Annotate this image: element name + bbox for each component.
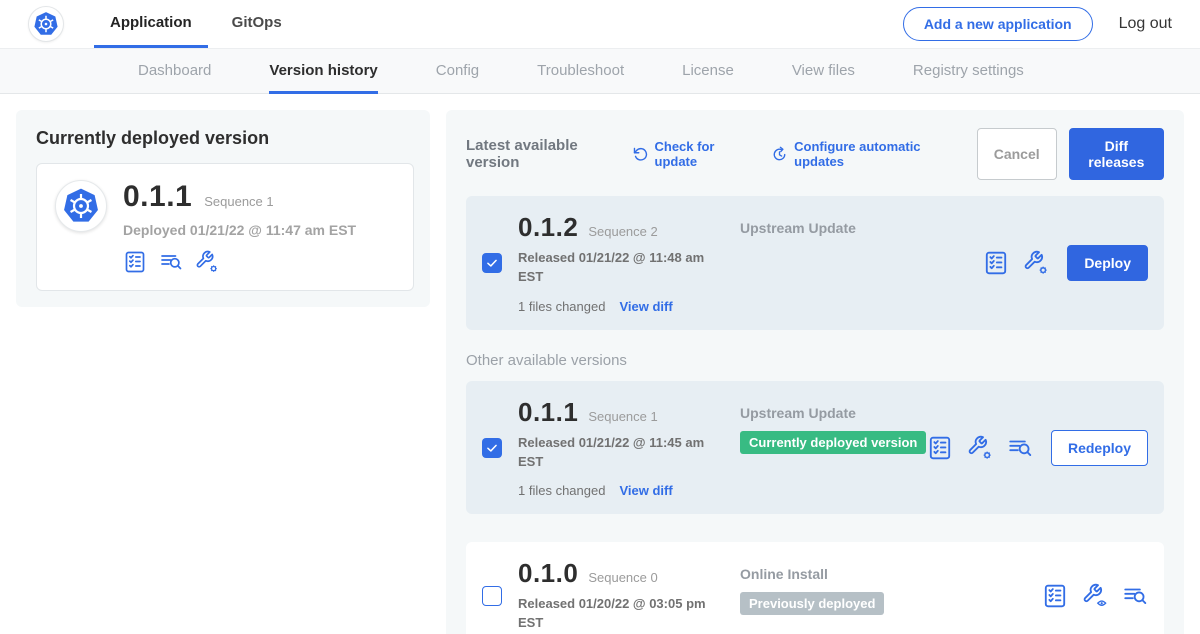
version-history-panel: Latest available version Check for updat…	[446, 110, 1184, 634]
subnav-dashboard[interactable]: Dashboard	[138, 49, 211, 94]
deployed-version-card: 0.1.1 Sequence 1 Deployed 01/21/22 @ 11:…	[36, 163, 414, 291]
view-logs-icon[interactable]	[1007, 435, 1033, 461]
deployed-timestamp: Deployed 01/21/22 @ 11:47 am EST	[123, 222, 356, 238]
edit-config-icon[interactable]	[967, 435, 993, 461]
deploy-button[interactable]: Deploy	[1067, 245, 1148, 281]
version-number: 0.1.0	[518, 558, 578, 589]
sequence-label: Sequence 2	[588, 224, 657, 239]
released-timestamp: Released 01/21/22 @ 11:45 am EST	[518, 434, 708, 472]
view-diff-link[interactable]: View diff	[619, 483, 672, 498]
subnav-registry-settings[interactable]: Registry settings	[913, 49, 1024, 94]
subnav-troubleshoot[interactable]: Troubleshoot	[537, 49, 624, 94]
preflight-checks-icon[interactable]	[1042, 583, 1068, 609]
subnav-view-files[interactable]: View files	[792, 49, 855, 94]
sequence-label: Sequence 0	[588, 570, 657, 585]
top-nav: Application GitOps Add a new application…	[0, 0, 1200, 48]
files-changed-label: 1 files changed	[518, 483, 605, 498]
view-config-icon[interactable]	[1082, 583, 1108, 609]
cancel-button[interactable]: Cancel	[977, 128, 1057, 180]
version-checkbox[interactable]	[482, 438, 502, 458]
add-new-application-button[interactable]: Add a new application	[903, 7, 1093, 41]
configure-automatic-updates-label: Configure automatic updates	[794, 139, 953, 169]
view-logs-icon[interactable]	[159, 250, 183, 274]
version-source-label: Online Install	[740, 566, 1042, 582]
view-diff-link[interactable]: View diff	[619, 299, 672, 314]
preflight-checks-icon[interactable]	[927, 435, 953, 461]
subnav-config[interactable]: Config	[436, 49, 479, 94]
released-timestamp: Released 01/21/22 @ 11:48 am EST	[518, 249, 708, 287]
refresh-icon	[632, 146, 649, 163]
edit-config-icon[interactable]	[1023, 250, 1049, 276]
version-source-label: Upstream Update	[740, 405, 927, 421]
version-number: 0.1.2	[518, 212, 578, 243]
preflight-checks-icon[interactable]	[983, 250, 1009, 276]
currently-deployed-title: Currently deployed version	[36, 128, 414, 149]
tab-gitops[interactable]: GitOps	[216, 0, 298, 48]
redeploy-button[interactable]: Redeploy	[1051, 430, 1148, 466]
check-for-update-label: Check for update	[655, 139, 748, 169]
previously-deployed-badge: Previously deployed	[740, 592, 884, 615]
latest-available-header: Latest available version Check for updat…	[466, 128, 1164, 180]
schedule-icon	[771, 146, 788, 163]
check-for-update-link[interactable]: Check for update	[632, 139, 748, 169]
diff-releases-button[interactable]: Diff releases	[1069, 128, 1164, 180]
logout-button[interactable]: Log out	[1119, 15, 1184, 33]
version-checkbox[interactable]	[482, 586, 502, 606]
version-source-label: Upstream Update	[740, 220, 983, 236]
latest-available-title: Latest available version	[466, 137, 618, 171]
version-row-0-1-0: 0.1.0 Sequence 0 Released 01/20/22 @ 03:…	[466, 542, 1164, 634]
edit-config-icon[interactable]	[195, 250, 219, 274]
currently-deployed-panel: Currently deployed version 0.1.1 Sequenc…	[16, 110, 430, 307]
version-row-0-1-2: 0.1.2 Sequence 2 Released 01/21/22 @ 11:…	[466, 196, 1164, 330]
currently-deployed-badge: Currently deployed version	[740, 431, 926, 454]
deployed-version-number: 0.1.1	[123, 180, 192, 214]
tab-application[interactable]: Application	[94, 0, 208, 48]
preflight-checks-icon[interactable]	[123, 250, 147, 274]
subnav-license[interactable]: License	[682, 49, 734, 94]
configure-automatic-updates-link[interactable]: Configure automatic updates	[771, 139, 953, 169]
released-timestamp: Released 01/20/22 @ 03:05 pm EST	[518, 595, 708, 633]
view-logs-icon[interactable]	[1122, 583, 1148, 609]
top-nav-tabs: Application GitOps	[94, 0, 298, 48]
deployed-sequence-label: Sequence 1	[204, 194, 273, 209]
version-row-0-1-1: 0.1.1 Sequence 1 Released 01/21/22 @ 11:…	[466, 381, 1164, 515]
version-number: 0.1.1	[518, 397, 578, 428]
sequence-label: Sequence 1	[588, 409, 657, 424]
app-subnav: Dashboard Version history Config Trouble…	[0, 48, 1200, 94]
subnav-version-history[interactable]: Version history	[269, 49, 377, 94]
version-checkbox[interactable]	[482, 253, 502, 273]
main-content: Currently deployed version 0.1.1 Sequenc…	[0, 94, 1200, 634]
other-available-versions-title: Other available versions	[466, 352, 1164, 369]
files-changed-label: 1 files changed	[518, 299, 605, 314]
kubernetes-logo	[28, 6, 64, 42]
app-icon	[55, 180, 107, 232]
